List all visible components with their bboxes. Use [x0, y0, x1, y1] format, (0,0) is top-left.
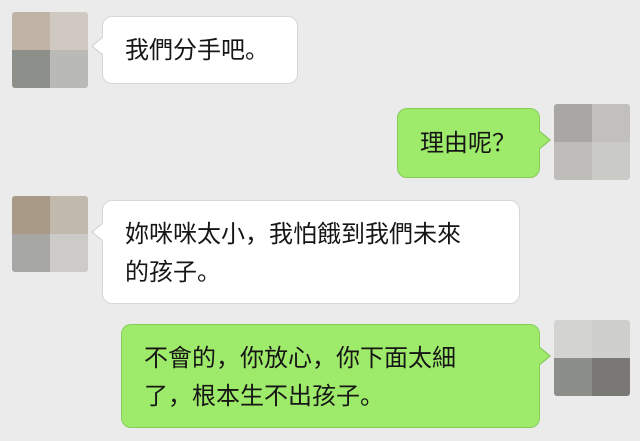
avatar-tile: [12, 196, 50, 234]
contact-avatar[interactable]: [12, 196, 88, 272]
contact-avatar[interactable]: [12, 12, 88, 88]
message-text: 我們分手吧。: [125, 36, 269, 64]
avatar-tile: [12, 12, 50, 50]
avatar-tile: [592, 358, 630, 396]
message-text: 理由呢？: [420, 129, 516, 157]
bubble-tail: [93, 36, 105, 56]
avatar-tile: [554, 358, 592, 396]
avatar-tile: [554, 104, 592, 142]
chat-window: 我們分手吧。 理由呢？ 妳咪咪太小，我怕餓到我們未來 的孩子。 不會的，你放心，…: [0, 0, 640, 441]
message-text: 的孩子。: [125, 258, 221, 286]
avatar-tile: [12, 50, 50, 88]
bubble-tail: [93, 222, 105, 242]
bubble-tail: [537, 346, 549, 366]
avatar-tile: [50, 50, 88, 88]
avatar-tile: [50, 234, 88, 272]
outgoing-message-bubble[interactable]: 不會的，你放心，你下面太細 了，根本生不出孩子。: [121, 324, 540, 428]
avatar-tile: [592, 142, 630, 180]
avatar-tile: [554, 142, 592, 180]
avatar-tile: [592, 320, 630, 358]
self-avatar[interactable]: [554, 320, 630, 396]
avatar-tile: [12, 234, 50, 272]
avatar-tile: [554, 320, 592, 358]
message-text: 妳咪咪太小，我怕餓到我們未來: [125, 220, 461, 248]
bubble-tail: [537, 130, 549, 150]
avatar-tile: [592, 104, 630, 142]
outgoing-message-bubble[interactable]: 理由呢？: [397, 108, 540, 178]
self-avatar[interactable]: [554, 104, 630, 180]
incoming-message-bubble[interactable]: 我們分手吧。: [102, 16, 298, 84]
incoming-message-bubble[interactable]: 妳咪咪太小，我怕餓到我們未來 的孩子。: [102, 200, 520, 304]
avatar-tile: [50, 196, 88, 234]
avatar-tile: [50, 12, 88, 50]
message-text: 不會的，你放心，你下面太細: [144, 344, 456, 372]
message-text: 了，根本生不出孩子。: [144, 382, 384, 410]
